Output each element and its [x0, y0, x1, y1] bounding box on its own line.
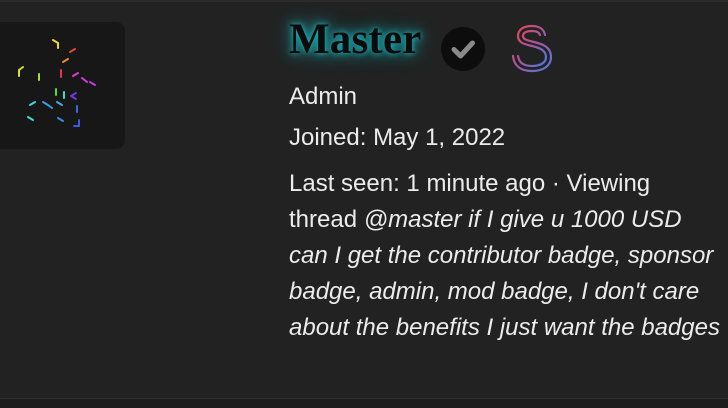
- bottom-divider: [0, 398, 728, 408]
- joined-label: Joined:: [289, 124, 367, 151]
- last-seen-value[interactable]: 1 minute ago: [406, 170, 545, 197]
- profile-info: Master Admin Joined: May 1, 2022 Last se…: [289, 14, 721, 341]
- avatar-logo-icon: [18, 39, 96, 127]
- user-role: Admin: [289, 83, 358, 110]
- separator: ·: [551, 170, 560, 197]
- avatar[interactable]: [0, 22, 125, 149]
- last-seen-status: Last seen: 1 minute ago · Viewing thread…: [289, 166, 721, 346]
- dollar-sign-icon: [512, 19, 552, 73]
- top-divider: [0, 0, 728, 2]
- username[interactable]: Master: [289, 14, 422, 66]
- joined-value[interactable]: May 1, 2022: [373, 124, 505, 151]
- check-circle-icon: [441, 27, 485, 71]
- joined-date: Joined: May 1, 2022: [289, 123, 505, 153]
- last-seen-label: Last seen:: [289, 170, 400, 197]
- name-row: Master: [289, 14, 721, 73]
